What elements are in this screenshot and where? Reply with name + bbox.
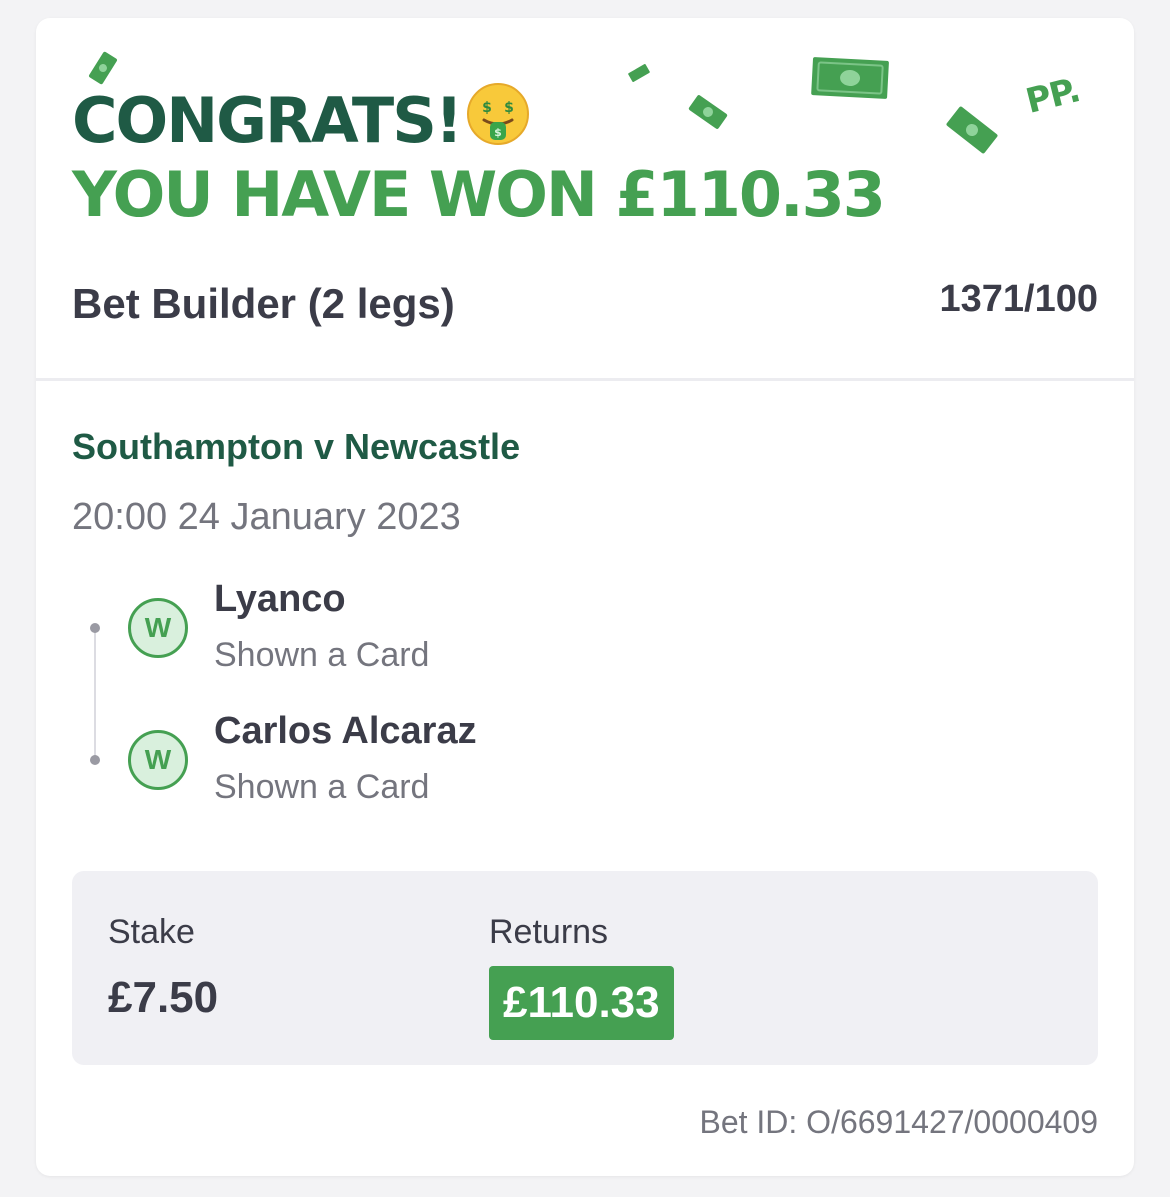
leg-selection: Lyanco	[214, 578, 346, 620]
timeline-dot	[90, 623, 100, 633]
win-amount-headline: YOU HAVE WON £110.33	[72, 158, 886, 231]
banknote-icon	[89, 51, 117, 85]
legs-timeline	[94, 630, 96, 760]
returns-label: Returns	[489, 913, 609, 951]
win-header: CONGRATS! $ $ $ YOU HAVE WON £110.33 PP.…	[36, 18, 1134, 380]
bet-type-title: Bet Builder (2 legs)	[72, 280, 455, 327]
win-status-badge: W	[128, 598, 188, 658]
event-name[interactable]: Southampton v Newcastle	[72, 426, 520, 468]
banknote-icon	[811, 57, 889, 99]
returns-value: £110.33	[489, 966, 674, 1040]
money-mouth-face-icon: $ $ $	[467, 83, 529, 145]
brand-logo: PP.	[1021, 70, 1084, 122]
svg-text:$: $	[504, 100, 514, 116]
banknote-icon	[688, 95, 728, 129]
leg-market: Shown a Card	[214, 768, 430, 806]
event-datetime: 20:00 24 January 2023	[72, 496, 461, 538]
bet-receipt-card: CONGRATS! $ $ $ YOU HAVE WON £110.33 PP.…	[36, 18, 1134, 1176]
stake-returns-summary: Stake £7.50 Returns £110.33	[72, 871, 1098, 1065]
congrats-headline: CONGRATS!	[72, 84, 463, 157]
svg-text:$: $	[482, 100, 492, 116]
leg-selection: Carlos Alcaraz	[214, 710, 477, 752]
timeline-dot	[90, 755, 100, 765]
bet-id: Bet ID: O/6691427/0000409	[699, 1104, 1098, 1140]
bet-odds: 1371/100	[939, 278, 1099, 320]
win-status-badge: W	[128, 730, 188, 790]
banknote-icon	[946, 106, 998, 154]
banknote-icon	[628, 64, 650, 82]
svg-text:$: $	[494, 126, 502, 139]
leg-market: Shown a Card	[214, 636, 430, 674]
stake-label: Stake	[108, 913, 195, 951]
stake-value: £7.50	[108, 973, 219, 1022]
section-divider	[36, 378, 1134, 381]
